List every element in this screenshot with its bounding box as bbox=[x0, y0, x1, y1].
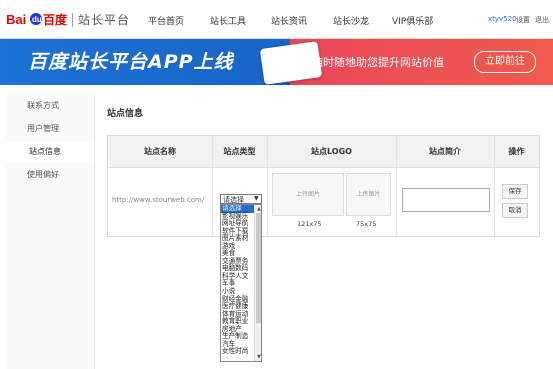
app-launch-banner[interactable]: 百度站长平台APP上线 随时随地助您提升网站价值 立即前往 bbox=[0, 39, 553, 85]
banner-subtitle: 随时随地助您提升网站价值 bbox=[312, 56, 444, 69]
user-name-link[interactable]: xtyv520 bbox=[488, 15, 517, 23]
dropdown-options: 请选择 影视娱乐 网址导航 软件下载 图片素材 游戏 美食 交通票务 电脑数码 … bbox=[221, 205, 254, 356]
column-header-site-type: 站点类型 bbox=[223, 147, 256, 156]
svg-text:du: du bbox=[32, 15, 42, 24]
column-header-site-logo: 站点LOGO bbox=[311, 147, 352, 156]
logout-link[interactable]: 退出 bbox=[535, 15, 549, 25]
logo-size-small: 75x75 bbox=[356, 220, 377, 228]
column-divider bbox=[494, 136, 495, 236]
column-header-actions: 操作 bbox=[508, 147, 525, 156]
sidebar-item-user-management[interactable]: 用户管理 bbox=[6, 118, 94, 140]
settings-sidebar: 联系方式 用户管理 站点信息 使用偏好 bbox=[6, 95, 95, 369]
brand-divider bbox=[72, 13, 73, 27]
site-intro-textarea[interactable] bbox=[402, 188, 490, 212]
nav-vip-club[interactable]: VIP俱乐部 bbox=[392, 14, 433, 27]
top-navigation-bar: Bai du 百度 站长平台 平台首页 站长工具 站长资讯 站长沙龙 VIP俱乐… bbox=[0, 0, 553, 39]
logo-upload-large[interactable]: 上传图片 bbox=[272, 173, 344, 216]
sidebar-item-preferences[interactable]: 使用偏好 bbox=[6, 164, 94, 186]
svg-text:百度: 百度 bbox=[43, 12, 68, 27]
site-info-table: 站点名称 站点类型 站点LOGO 站点简介 操作 http://www.stou… bbox=[107, 135, 540, 237]
logo-size-large: 121x75 bbox=[297, 220, 322, 228]
column-header-site-intro: 站点简介 bbox=[429, 147, 461, 156]
svg-text:Bai: Bai bbox=[6, 12, 26, 27]
dropdown-option[interactable]: 女性时尚 bbox=[221, 348, 254, 356]
nav-webmaster-news[interactable]: 站长资讯 bbox=[271, 14, 307, 27]
banner-title: 百度站长平台APP上线 bbox=[28, 51, 234, 73]
site-url: http://www.stourweb.com/ bbox=[112, 196, 205, 204]
platform-name: 站长平台 bbox=[78, 13, 131, 27]
nav-webmaster-tools[interactable]: 站长工具 bbox=[210, 14, 246, 27]
table-header: 站点名称 站点类型 站点LOGO 站点简介 操作 bbox=[108, 136, 539, 168]
logo-upload-small[interactable]: 上传图片 bbox=[346, 173, 391, 216]
settings-link[interactable]: 设置 bbox=[516, 15, 530, 25]
sidebar-item-contact[interactable]: 联系方式 bbox=[6, 95, 94, 117]
dropdown-caret-icon: ▼ bbox=[254, 195, 259, 202]
scrollbar-thumb[interactable] bbox=[256, 213, 261, 323]
section-title: 站点信息 bbox=[107, 109, 144, 119]
go-now-button[interactable]: 立即前往 bbox=[474, 51, 536, 73]
nav-webmaster-salon[interactable]: 站长沙龙 bbox=[333, 14, 369, 27]
cancel-button[interactable]: 取消 bbox=[502, 203, 528, 218]
dropdown-scrollbar[interactable]: ▲ ▼ bbox=[254, 205, 261, 361]
site-type-dropdown-list[interactable]: 请选择 影视娱乐 网址导航 软件下载 图片素材 游戏 美食 交通票务 电脑数码 … bbox=[220, 204, 262, 362]
sidebar-item-site-info[interactable]: 站点信息 bbox=[6, 141, 94, 163]
column-divider bbox=[396, 136, 397, 236]
baidu-logo[interactable]: Bai du 百度 bbox=[6, 10, 68, 28]
column-divider bbox=[267, 136, 268, 236]
nav-platform-home[interactable]: 平台首页 bbox=[148, 14, 184, 27]
column-header-site-name: 站点名称 bbox=[144, 147, 176, 156]
scroll-down-arrow-icon[interactable]: ▼ bbox=[255, 353, 261, 361]
scroll-up-arrow-icon[interactable]: ▲ bbox=[255, 205, 261, 213]
column-divider bbox=[212, 136, 213, 236]
save-button[interactable]: 保存 bbox=[502, 184, 528, 199]
